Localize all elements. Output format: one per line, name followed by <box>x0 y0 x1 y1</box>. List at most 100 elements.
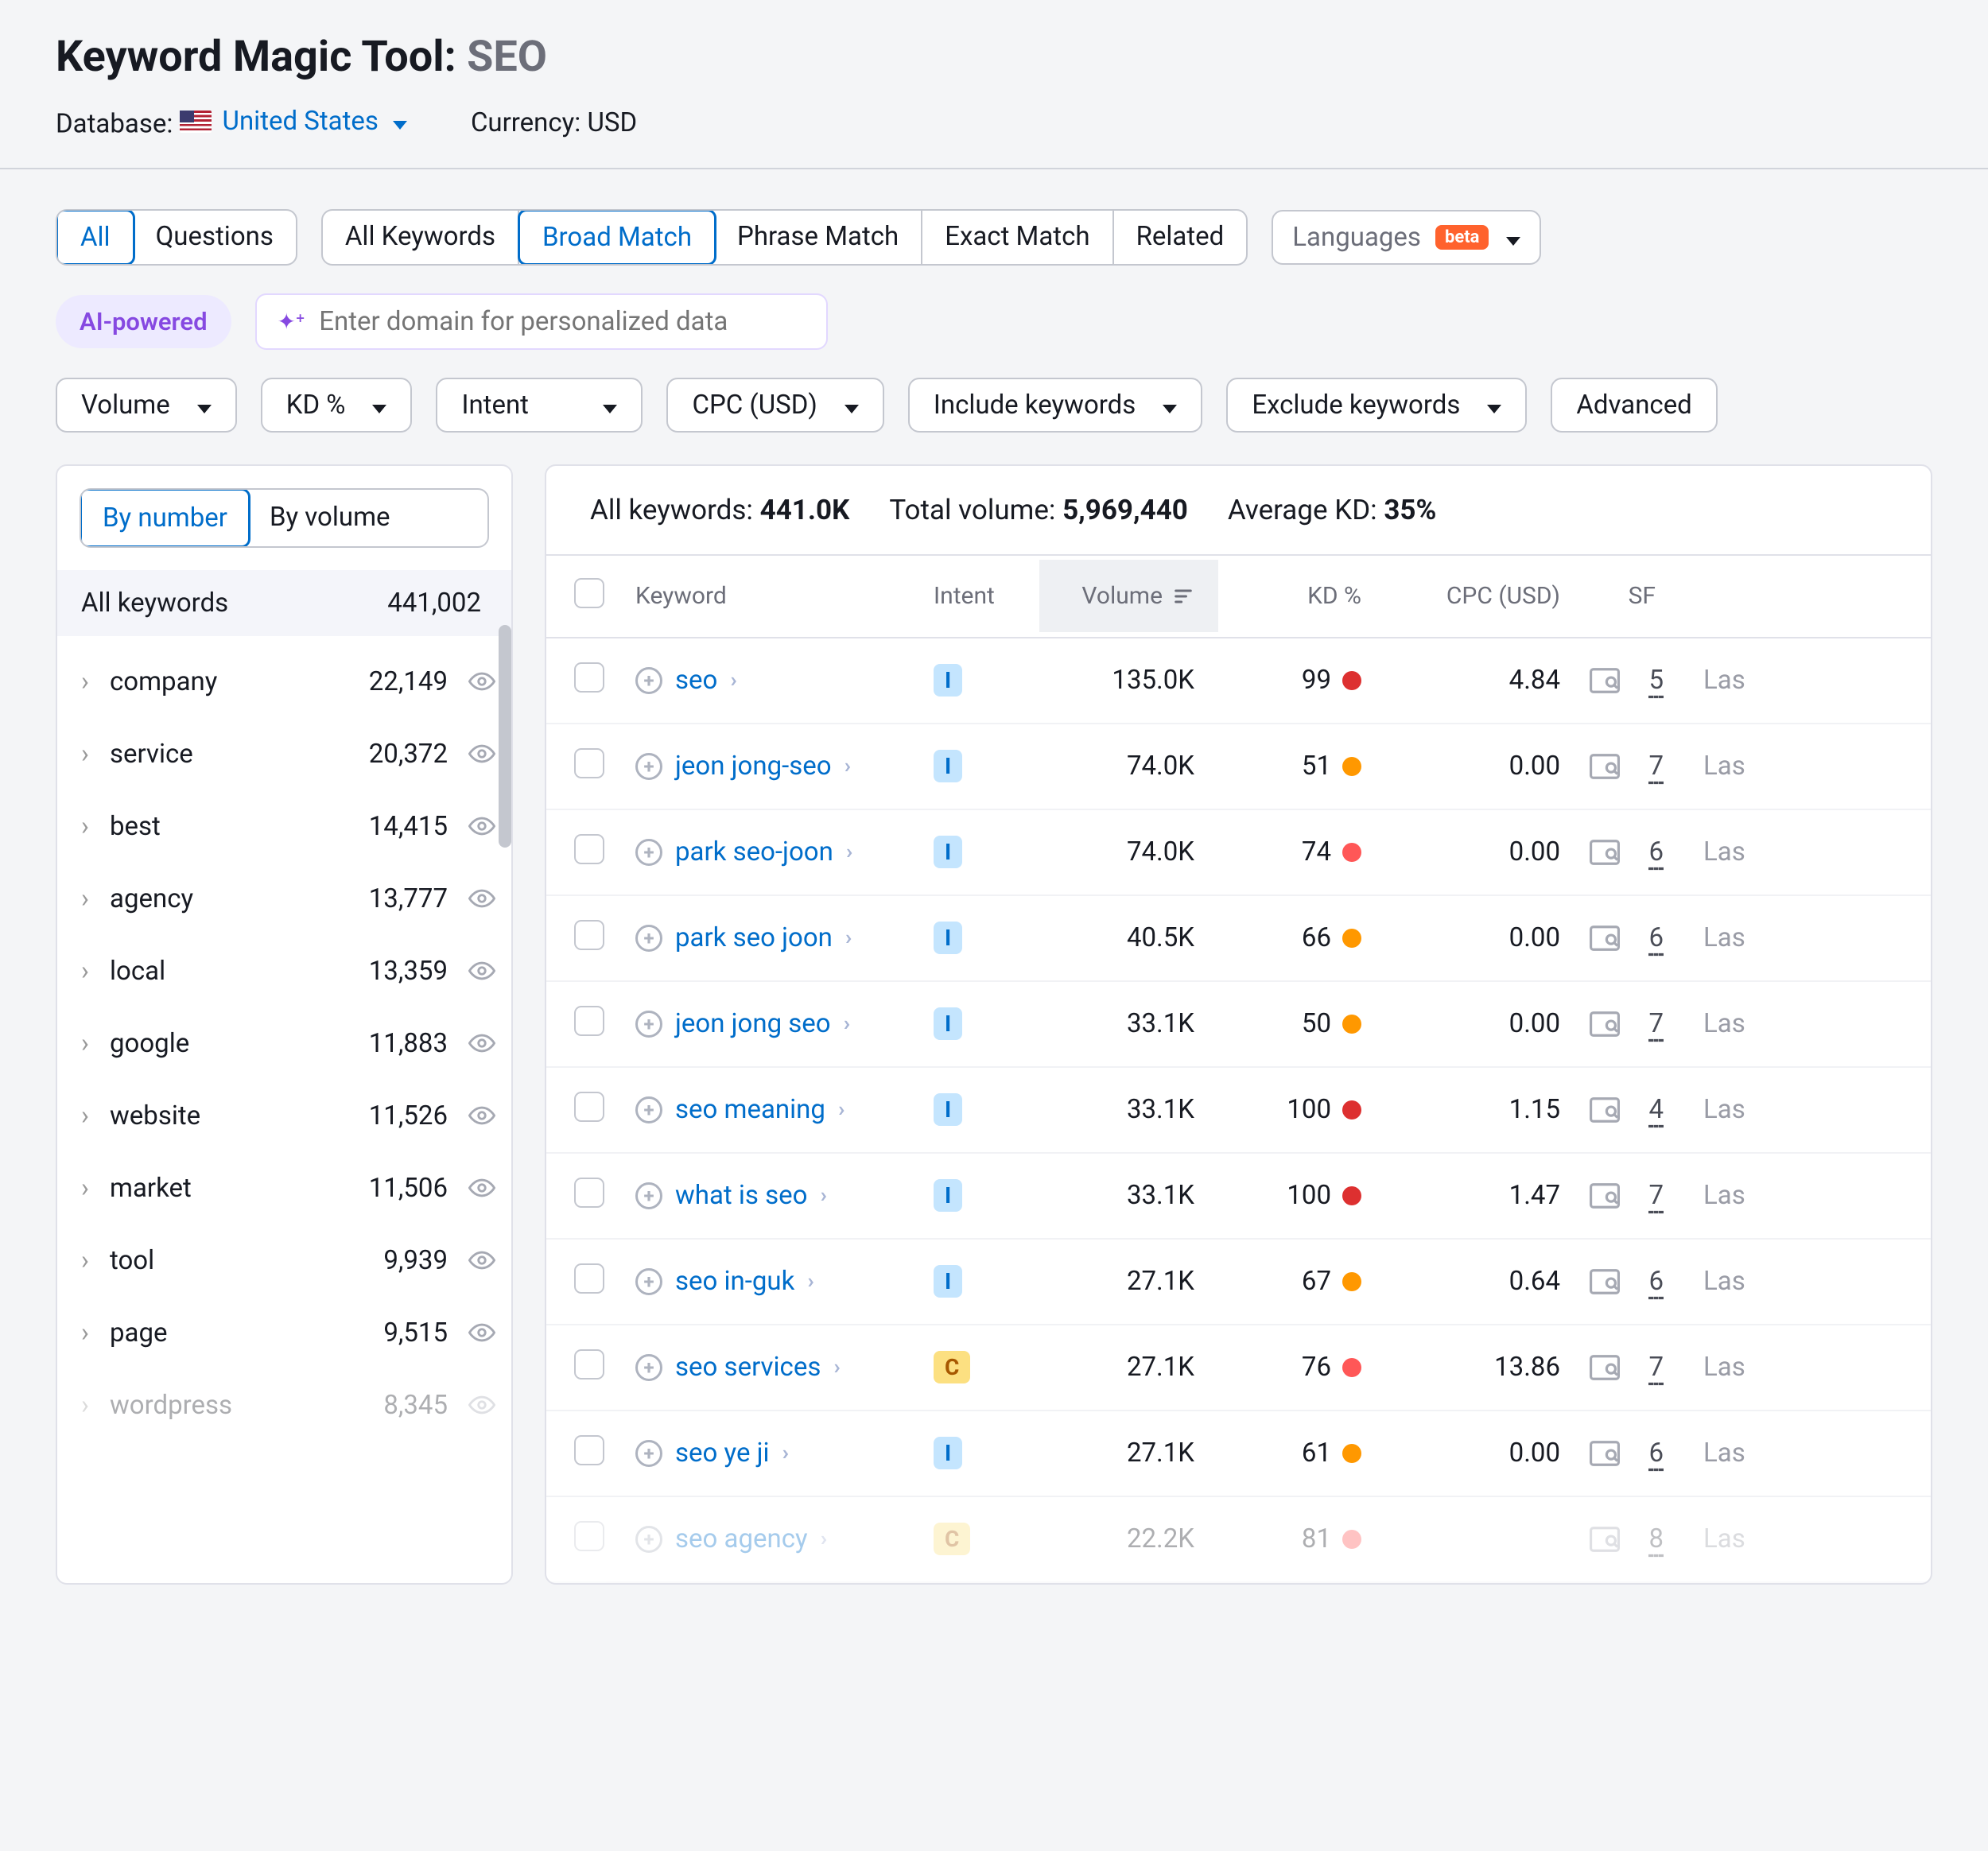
sidebar-group-item[interactable]: › wordpress 8,345 <box>57 1369 511 1442</box>
eye-icon[interactable] <box>468 1174 495 1201</box>
keyword-link[interactable]: park seo joon <box>675 922 833 953</box>
row-checkbox[interactable] <box>574 834 604 864</box>
sidebar-group-item[interactable]: › agency 13,777 <box>57 863 511 935</box>
serp-preview-icon[interactable] <box>1590 1097 1620 1123</box>
row-checkbox[interactable] <box>574 662 604 693</box>
sidebar-group-item[interactable]: › tool 9,939 <box>57 1224 511 1297</box>
add-keyword-icon[interactable]: + <box>635 925 662 952</box>
eye-icon[interactable] <box>468 1102 495 1129</box>
keyword-link[interactable]: seo meaning <box>675 1094 825 1125</box>
eye-icon[interactable] <box>468 1030 495 1057</box>
select-all-checkbox[interactable] <box>574 578 604 608</box>
serp-preview-icon[interactable] <box>1590 668 1620 693</box>
database-selector[interactable]: Database: United States <box>56 106 407 140</box>
serp-features-count[interactable]: 6 <box>1648 1438 1664 1469</box>
keyword-link[interactable]: seo <box>675 665 717 696</box>
add-keyword-icon[interactable]: + <box>635 753 662 780</box>
serp-preview-icon[interactable] <box>1590 1355 1620 1380</box>
chevron-double-right-icon[interactable]: ›› <box>821 1184 822 1208</box>
eye-icon[interactable] <box>468 957 495 984</box>
include-keywords-filter[interactable]: Include keywords <box>908 378 1202 433</box>
serp-preview-icon[interactable] <box>1590 1269 1620 1294</box>
sidebar-group-item[interactable]: › best 14,415 <box>57 790 511 863</box>
sidebar-group-item[interactable]: › service 20,372 <box>57 718 511 790</box>
keyword-link[interactable]: seo in-guk <box>675 1266 794 1297</box>
row-checkbox[interactable] <box>574 1521 604 1551</box>
serp-features-count[interactable]: 4 <box>1648 1094 1664 1125</box>
row-checkbox[interactable] <box>574 920 604 950</box>
add-keyword-icon[interactable]: + <box>635 1182 662 1209</box>
chevron-double-right-icon[interactable]: ›› <box>846 840 848 864</box>
serp-features-count[interactable]: 8 <box>1648 1523 1664 1554</box>
col-intent[interactable]: Intent <box>924 560 1039 632</box>
eye-icon[interactable] <box>468 1319 495 1346</box>
sidebar-all-keywords[interactable]: All keywords441,002 <box>57 570 511 636</box>
chevron-double-right-icon[interactable]: ›› <box>782 1442 784 1465</box>
serp-preview-icon[interactable] <box>1590 1527 1620 1552</box>
tab-broad-match[interactable]: Broad Match <box>518 209 716 266</box>
serp-preview-icon[interactable] <box>1590 1011 1620 1037</box>
serp-preview-icon[interactable] <box>1590 1183 1620 1209</box>
sidebar-group-item[interactable]: › page 9,515 <box>57 1297 511 1369</box>
add-keyword-icon[interactable]: + <box>635 667 662 694</box>
col-cpc[interactable]: CPC (USD) <box>1385 560 1584 632</box>
chevron-double-right-icon[interactable]: ›› <box>821 1527 822 1551</box>
domain-input[interactable] <box>319 306 805 337</box>
chevron-double-right-icon[interactable]: ›› <box>844 1012 845 1036</box>
intent-filter[interactable]: Intent <box>436 378 643 433</box>
sidebar-group-item[interactable]: › company 22,149 <box>57 646 511 718</box>
chevron-double-right-icon[interactable]: ›› <box>833 1356 835 1380</box>
chevron-double-right-icon[interactable]: ›› <box>845 926 847 950</box>
exclude-keywords-filter[interactable]: Exclude keywords <box>1226 378 1527 433</box>
keyword-link[interactable]: seo ye ji <box>675 1438 770 1469</box>
serp-features-count[interactable]: 7 <box>1648 751 1664 782</box>
row-checkbox[interactable] <box>574 1006 604 1036</box>
tab-related[interactable]: Related <box>1114 211 1247 264</box>
domain-input-wrapper[interactable]: ✦⁺ <box>255 293 828 350</box>
tab-all-keywords[interactable]: All Keywords <box>323 211 519 264</box>
eye-icon[interactable] <box>468 885 495 912</box>
serp-features-count[interactable]: 6 <box>1648 922 1664 953</box>
serp-preview-icon[interactable] <box>1590 840 1620 865</box>
match-type-toggle[interactable]: All Keywords Broad Match Phrase Match Ex… <box>321 209 1248 266</box>
serp-features-count[interactable]: 7 <box>1648 1180 1664 1211</box>
keyword-link[interactable]: jeon jong seo <box>675 1008 831 1039</box>
row-checkbox[interactable] <box>574 1178 604 1208</box>
row-checkbox[interactable] <box>574 1349 604 1380</box>
serp-features-count[interactable]: 6 <box>1648 1266 1664 1297</box>
eye-icon[interactable] <box>468 1247 495 1274</box>
serp-features-count[interactable]: 6 <box>1648 836 1664 867</box>
col-kd[interactable]: KD % <box>1218 560 1385 632</box>
eye-icon[interactable] <box>468 668 495 695</box>
sort-by-volume[interactable]: By volume <box>249 490 411 546</box>
keyword-link[interactable]: park seo-joon <box>675 836 833 867</box>
tab-exact-match[interactable]: Exact Match <box>922 211 1113 264</box>
sort-by-number[interactable]: By number <box>80 488 250 548</box>
keyword-link[interactable]: jeon jong-seo <box>675 751 832 782</box>
question-filter-toggle[interactable]: All Questions <box>56 209 297 266</box>
sidebar-group-item[interactable]: › website 11,526 <box>57 1080 511 1152</box>
keyword-link[interactable]: what is seo <box>675 1180 808 1211</box>
cpc-filter[interactable]: CPC (USD) <box>666 378 883 433</box>
add-keyword-icon[interactable]: + <box>635 1011 662 1038</box>
serp-features-count[interactable]: 7 <box>1648 1008 1664 1039</box>
eye-icon[interactable] <box>468 740 495 767</box>
col-keyword[interactable]: Keyword <box>626 560 924 632</box>
chevron-double-right-icon[interactable]: ›› <box>838 1098 840 1122</box>
row-checkbox[interactable] <box>574 1263 604 1294</box>
add-keyword-icon[interactable]: + <box>635 839 662 866</box>
row-checkbox[interactable] <box>574 1435 604 1465</box>
col-sf[interactable]: SF <box>1584 560 1679 632</box>
row-checkbox[interactable] <box>574 748 604 778</box>
sidebar-group-item[interactable]: › google 11,883 <box>57 1007 511 1080</box>
kd-filter[interactable]: KD % <box>261 378 413 433</box>
add-keyword-icon[interactable]: + <box>635 1440 662 1467</box>
chevron-double-right-icon[interactable]: ›› <box>845 755 846 778</box>
add-keyword-icon[interactable]: + <box>635 1526 662 1553</box>
advanced-filters[interactable]: Advanced <box>1551 378 1717 433</box>
chevron-double-right-icon[interactable]: ›› <box>730 669 732 693</box>
serp-features-count[interactable]: 5 <box>1648 665 1664 696</box>
row-checkbox[interactable] <box>574 1092 604 1122</box>
sidebar-sort-toggle[interactable]: By number By volume <box>80 488 489 548</box>
sidebar-group-item[interactable]: › market 11,506 <box>57 1152 511 1224</box>
